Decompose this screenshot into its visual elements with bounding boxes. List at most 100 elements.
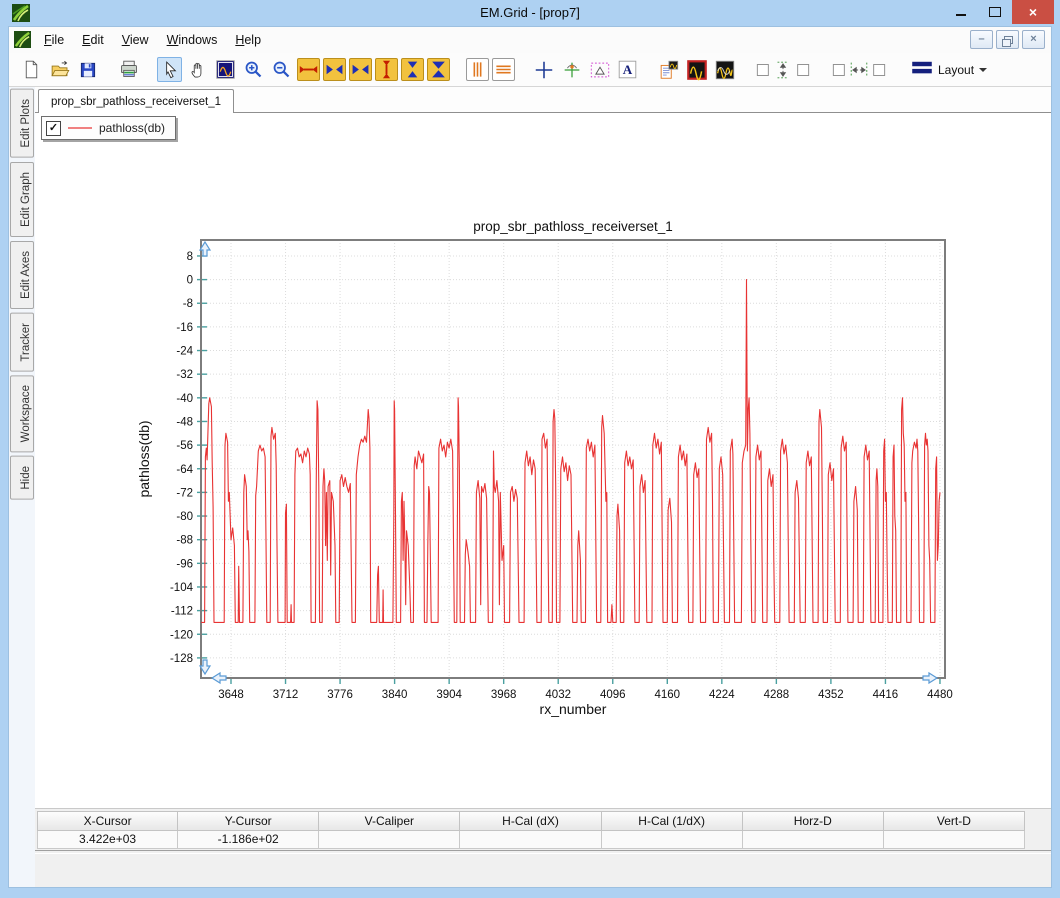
x-tick-label: 4480 <box>927 689 953 701</box>
x-tick-label: 3904 <box>436 689 462 701</box>
sidebar-tab-tracker[interactable]: Tracker <box>10 313 34 372</box>
pointer-select-icon <box>160 60 180 80</box>
menu-windows[interactable]: Windows <box>158 29 227 51</box>
expand-x-icon <box>299 60 318 79</box>
minimize-button[interactable] <box>946 0 976 24</box>
toolbar-plot-style-overlay-button[interactable] <box>712 57 737 82</box>
y-tick-label: -24 <box>176 346 193 358</box>
toolbar-vertical-distance-markers-button[interactable] <box>753 57 813 82</box>
status-label-vert-d: Vert-D <box>884 811 1025 831</box>
toolbar-open-file-button[interactable] <box>47 57 72 82</box>
tab-prop-sbr-pathloss-receiverset-1[interactable]: prop_sbr_pathloss_receiverset_1 <box>38 89 234 114</box>
mdi-restore-button[interactable] <box>996 30 1019 49</box>
toolbar-copy-plot-button[interactable] <box>656 57 681 82</box>
y-tick-label: -104 <box>170 582 194 594</box>
toolbar-separator <box>144 69 157 70</box>
toolbar-layout-dropdown[interactable]: Layout <box>905 58 993 81</box>
sidebar-tab-edit-graph[interactable]: Edit Graph <box>10 162 34 237</box>
legend-checkbox[interactable]: ✓ <box>46 121 61 136</box>
mdi-minimize-button[interactable]: – <box>970 30 993 49</box>
y-tick-label: -8 <box>183 298 193 310</box>
status-label-h-cal-dx-: H-Cal (dX) <box>460 811 601 831</box>
menu-view[interactable]: View <box>113 29 158 51</box>
layout-label: Layout <box>938 63 974 77</box>
menu-file[interactable]: File <box>35 29 73 51</box>
toolbar-zoom-out-button[interactable] <box>269 57 294 82</box>
copy-plot-icon <box>657 59 680 81</box>
y-tick-label: -16 <box>176 322 193 334</box>
toolbar-autoscale-y-button[interactable] <box>401 58 424 81</box>
x-tick-label: 4288 <box>764 689 790 701</box>
menu-items: FileEditViewWindowsHelp <box>35 27 270 53</box>
mdi-close-button[interactable]: × <box>1022 30 1045 49</box>
toolbar-autoscale-x-button[interactable] <box>323 58 346 81</box>
axis-arrow-right[interactable] <box>923 673 937 683</box>
legend-box[interactable]: ✓ pathloss(db) <box>41 116 176 140</box>
horizontal-gridlines-icon <box>494 60 513 79</box>
x-tick-label: 3840 <box>382 689 408 701</box>
maximize-icon <box>989 7 1001 17</box>
plot-style-overlay-icon <box>714 59 736 81</box>
y-tick-label: -64 <box>176 464 193 476</box>
toolbar-horizontal-gridlines-button[interactable] <box>492 58 515 81</box>
toolbar-tracker-cursor-button[interactable] <box>559 57 584 82</box>
sidebar-tab-edit-axes[interactable]: Edit Axes <box>10 241 34 309</box>
y-axis-label: pathloss(db) <box>136 420 152 497</box>
status-label-horz-d: Horz-D <box>743 811 884 831</box>
mdi-window-buttons: – × <box>970 30 1045 49</box>
document-logo-icon <box>14 31 31 48</box>
status-value-y-cursor: -1.186e+02 <box>178 831 319 849</box>
tracker-cursor-icon <box>561 59 583 81</box>
toolbar-separator <box>892 69 905 70</box>
toolbar-vertical-gridlines-button[interactable] <box>466 58 489 81</box>
status-value-vert-d <box>884 831 1025 849</box>
close-button[interactable]: × <box>1012 0 1054 24</box>
autoscale-x-icon <box>325 60 344 79</box>
toolbar-print-button[interactable] <box>116 57 141 82</box>
toolbar-separator <box>518 69 531 70</box>
toolbar-separator <box>740 69 753 70</box>
pathloss-series-line <box>201 280 940 623</box>
status-separator <box>35 850 1051 854</box>
toolbar-horizontal-distance-markers-button[interactable] <box>829 57 889 82</box>
status-label-y-cursor: Y-Cursor <box>178 811 319 831</box>
toolbar: A Layout <box>9 53 1051 87</box>
status-label-h-cal-1-dx-: H-Cal (1/dX) <box>602 811 743 831</box>
toolbar-crosshair-button[interactable] <box>531 57 556 82</box>
toolbar-text-annotation-button[interactable]: A <box>615 57 640 82</box>
expand-y-icon <box>377 60 396 79</box>
y-tick-label: -72 <box>176 487 193 499</box>
x-tick-label: 4224 <box>709 689 735 701</box>
x-tick-label: 4416 <box>873 689 899 701</box>
toolbar-new-document-button[interactable] <box>19 57 44 82</box>
toolbar-zoom-in-button[interactable] <box>241 57 266 82</box>
toolbar-compress-y-button[interactable] <box>427 58 450 81</box>
chart-svg[interactable]: prop_sbr_pathloss_receiverset_1 pathloss… <box>136 211 966 726</box>
y-tick-label: -56 <box>176 440 193 452</box>
toolbar-compress-x-button[interactable] <box>349 58 372 81</box>
x-tick-label: 3968 <box>491 689 517 701</box>
status-value-h-cal-1-dx- <box>602 831 743 849</box>
minimize-icon <box>956 14 966 16</box>
menu-help[interactable]: Help <box>226 29 270 51</box>
toolbar-pan-hand-button[interactable] <box>185 57 210 82</box>
text-annotation-icon: A <box>617 59 638 80</box>
sidebar-tab-hide[interactable]: Hide <box>10 456 34 500</box>
axis-arrow-left[interactable] <box>212 673 226 683</box>
sidebar-tab-edit-plots[interactable]: Edit Plots <box>10 89 34 158</box>
toolbar-save-button[interactable] <box>75 57 100 82</box>
title-bar: EM.Grid - [prop7] × <box>0 0 1060 26</box>
toolbar-pointer-select-button[interactable] <box>157 57 182 82</box>
toolbar-expand-x-button[interactable] <box>297 58 320 81</box>
toolbar-expand-y-button[interactable] <box>375 58 398 81</box>
y-tick-label: 8 <box>187 251 193 263</box>
toolbar-caliper-button[interactable] <box>587 57 612 82</box>
autoscale-y-icon <box>403 60 422 79</box>
toolbar-plot-style-single-button[interactable] <box>684 57 709 82</box>
toolbar-zoom-region-button[interactable] <box>213 57 238 82</box>
vertical-gridlines-icon <box>468 60 487 79</box>
menu-edit[interactable]: Edit <box>73 29 113 51</box>
zoom-region-icon <box>215 59 236 80</box>
sidebar-tab-workspace[interactable]: Workspace <box>10 375 34 452</box>
maximize-button[interactable] <box>980 0 1010 24</box>
